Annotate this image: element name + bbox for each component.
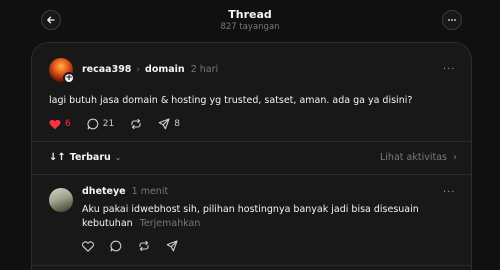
divider [32,141,471,142]
sort-label: Terbaru [69,152,111,163]
view-activity-link[interactable]: Lihat aktivitas › [380,152,457,163]
page-title: Thread [228,8,272,21]
more-dots-icon [448,19,456,21]
like-button[interactable]: 6 [49,119,71,130]
sort-dropdown[interactable]: ↓↑ Terbaru ⌄ [49,152,121,163]
view-count: 827 tayangan [220,22,280,32]
share-button[interactable] [166,240,178,252]
thread-card: + recaa398 › domain 2 hari ··· lagi butu… [31,42,472,270]
chevron-down-icon: ⌄ [114,153,122,162]
comment-icon [87,118,99,130]
chevron-right-icon: › [452,152,457,163]
send-icon [166,240,178,252]
like-count: 6 [65,119,71,129]
thread-header: Thread 827 tayangan [0,0,500,40]
post-text: lagi butuh jasa domain & hosting yg trus… [49,95,413,106]
reply-time: 1 menit [131,186,169,197]
like-button[interactable] [82,240,94,252]
chevron-right-icon: › [136,65,141,75]
reply-text: Aku pakai idwebhost sih, pilihan hosting… [82,203,452,231]
repost-button[interactable] [138,240,150,252]
heart-icon [82,240,94,252]
comment-count: 21 [102,119,115,129]
share-button[interactable]: 8 [158,118,180,130]
reply-actions [82,240,194,252]
follow-plus-icon[interactable]: + [63,72,75,84]
avatar[interactable] [49,188,73,212]
translate-link[interactable]: Terjemahkan [140,218,201,229]
repost-icon [139,240,149,252]
post-actions: 6 21 8 [49,118,196,130]
activity-label: Lihat aktivitas [380,152,447,163]
reply-username[interactable]: dheteye [82,186,126,198]
post-topic[interactable]: domain [145,64,185,76]
comment-icon [110,240,122,252]
share-count: 8 [174,119,180,129]
send-icon [158,118,170,130]
repost-icon [131,118,141,130]
post-header: recaa398 › domain 2 hari [82,64,218,76]
divider [32,174,471,175]
sort-icon: ↓↑ [49,152,66,163]
comment-button[interactable]: 21 [87,118,114,130]
post-username[interactable]: recaa398 [82,64,131,76]
more-options-button[interactable] [442,10,462,30]
divider [32,265,471,266]
heart-icon [49,119,61,129]
reply-header: dheteye 1 menit [82,186,168,198]
comment-button[interactable] [110,240,122,252]
post-more-icon[interactable]: ··· [443,65,456,75]
reply-more-icon[interactable]: ··· [443,188,456,198]
repost-button[interactable] [130,118,142,130]
reply-body: Aku pakai idwebhost sih, pilihan hosting… [82,204,419,229]
post-time: 2 hari [190,64,219,75]
